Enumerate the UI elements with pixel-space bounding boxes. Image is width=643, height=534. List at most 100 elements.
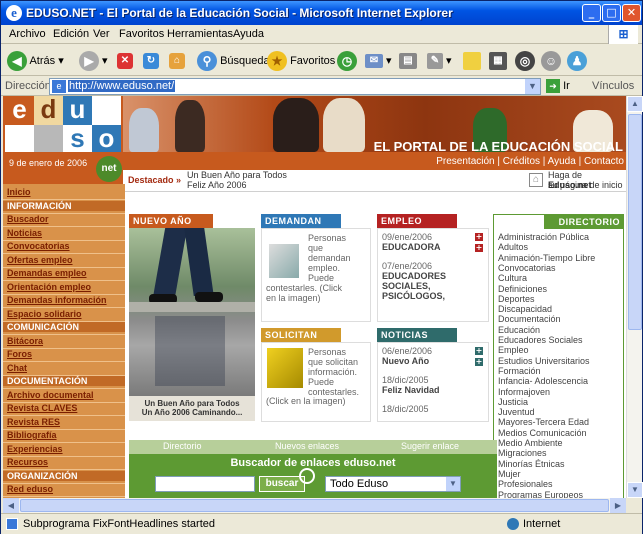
menu-herramientas[interactable]: Herramientas <box>167 28 233 40</box>
plus-icon[interactable]: + <box>475 358 483 366</box>
go-button[interactable]: ➜ Ir <box>546 79 570 93</box>
telephone-image-icon[interactable] <box>267 348 303 388</box>
minimize-button[interactable]: _ <box>582 4 601 22</box>
print-button[interactable]: ▤ <box>399 50 417 72</box>
nav-creditos[interactable]: Créditos <box>503 156 540 167</box>
new-year-photo[interactable] <box>129 228 255 396</box>
history-button[interactable]: ◷ <box>337 50 357 72</box>
nav-presentacion[interactable]: Presentación <box>436 156 494 167</box>
media-button[interactable]: ▦ <box>489 50 507 72</box>
scroll-right-icon[interactable]: ▶ <box>610 498 626 513</box>
plus-icon[interactable]: + <box>475 347 483 355</box>
menu-archivo[interactable]: Archivo <box>9 28 46 40</box>
menu-ver[interactable]: Ver <box>93 28 110 40</box>
sidebar-item[interactable]: Espacio solidario <box>7 309 82 319</box>
menu-ayuda[interactable]: Ayuda <box>233 28 264 40</box>
directorio-item[interactable]: Mujer <box>498 469 521 479</box>
finder-select[interactable]: Todo Eduso ▼ <box>325 476 461 492</box>
directorio-item[interactable]: Justicia <box>498 397 528 407</box>
directorio-item[interactable]: Informajoven <box>498 387 550 397</box>
sidebar-item[interactable]: Inicio <box>7 187 31 197</box>
film-button[interactable]: ◎ <box>515 50 535 72</box>
sidebar-item[interactable]: Orientación empleo <box>7 282 91 292</box>
plus-icon[interactable]: + <box>475 233 483 241</box>
directorio-item[interactable]: Adultos <box>498 242 528 252</box>
links-label[interactable]: Vínculos <box>592 80 634 92</box>
stop-button[interactable]: ✕ <box>117 50 133 72</box>
sidebar-item[interactable]: Foros <box>7 349 32 359</box>
sidebar-item[interactable]: Demandas empleo <box>7 268 87 278</box>
tab-directorio[interactable]: Directorio <box>163 441 202 451</box>
scroll-left-icon[interactable]: ◀ <box>3 498 19 513</box>
sidebar-item[interactable]: Noticias <box>7 228 42 238</box>
tab-sugerir-enlace[interactable]: Sugerir enlace <box>401 441 459 451</box>
scroll-thumb[interactable] <box>628 114 642 330</box>
mail-button[interactable]: ✉ ▾ <box>365 50 392 72</box>
sidebar-item[interactable]: Recursos <box>7 457 48 467</box>
directorio-item[interactable]: Animación-Tiempo Libre <box>498 253 595 263</box>
refresh-button[interactable]: ↻ <box>143 50 159 72</box>
sidebar-item[interactable]: Revista CLAVES <box>7 403 77 413</box>
directorio-item[interactable]: Infancia- Adolescencia <box>498 376 588 386</box>
plus-icon[interactable]: + <box>475 244 483 252</box>
forward-button[interactable]: ▶ ▾ <box>79 50 108 72</box>
directorio-item[interactable]: Definiciones <box>498 284 547 294</box>
horizontal-scrollbar[interactable]: ◀ ▶ <box>3 498 626 513</box>
directorio-item[interactable]: Empleo <box>498 345 529 355</box>
noticia-title[interactable]: Feliz Navidad <box>382 385 440 395</box>
directorio-item[interactable]: Discapacidad <box>498 304 552 314</box>
directorio-item[interactable]: Educadores Sociales <box>498 335 583 345</box>
featured-line1[interactable]: Un Buen Año para Todos <box>187 170 287 180</box>
select-dropdown-icon[interactable]: ▼ <box>446 477 460 491</box>
directorio-item[interactable]: Juventud <box>498 407 535 417</box>
home-page-icon[interactable]: ⌂ <box>529 173 543 187</box>
maximize-button[interactable]: □ <box>602 4 621 22</box>
favorites-button[interactable]: ★ Favoritos <box>267 50 335 72</box>
sidebar-item[interactable]: Red eduso <box>7 484 53 494</box>
nuevo-ano-caption[interactable]: Un Buen Año para Todos Un Año 2006 Camin… <box>129 396 255 421</box>
sidebar-item[interactable]: Buscador <box>7 214 49 224</box>
directorio-item[interactable]: Estudios Universitarios <box>498 356 590 366</box>
edit-button[interactable]: ✎ ▾ <box>427 50 452 72</box>
vertical-scrollbar[interactable]: ▲ ▼ <box>626 96 643 498</box>
phone-image-icon[interactable] <box>269 244 299 278</box>
directorio-item[interactable]: Documentación <box>498 314 561 324</box>
discuss-button[interactable] <box>463 50 481 72</box>
sidebar-item[interactable]: Bibliografía <box>7 430 57 440</box>
finder-search-button[interactable]: buscar <box>259 476 305 492</box>
directorio-item[interactable]: Administración Pública <box>498 232 589 242</box>
featured-line2[interactable]: Feliz Año 2006 <box>187 180 247 190</box>
menu-favoritos[interactable]: Favoritos <box>119 28 164 40</box>
sidebar-item[interactable]: Convocatorias <box>7 241 70 251</box>
finder-search-input[interactable] <box>155 476 255 492</box>
directorio-item[interactable]: Medios Comunicación <box>498 428 587 438</box>
sidebar-item[interactable]: Bitácora <box>7 336 43 346</box>
sidebar-item[interactable]: Archivo documental <box>7 390 94 400</box>
search-button[interactable]: ⚲ Búsqueda <box>197 50 270 72</box>
address-input[interactable]: e http://www.eduso.net/ ▼ <box>49 78 541 95</box>
messenger-button[interactable]: ☺ <box>541 50 561 72</box>
directorio-item[interactable]: Educación <box>498 325 540 335</box>
sidebar-item[interactable]: Ofertas empleo <box>7 255 73 265</box>
directorio-item[interactable]: Medio Ambiente <box>498 438 563 448</box>
menu-edicion[interactable]: Edición <box>53 28 89 40</box>
home-button[interactable]: ⌂ <box>169 50 185 72</box>
scroll-thumb-horizontal[interactable] <box>20 499 609 512</box>
sidebar-item[interactable]: Experiencias <box>7 444 63 454</box>
sidebar-item[interactable]: Revista RES <box>7 417 60 427</box>
scroll-up-icon[interactable]: ▲ <box>627 96 643 112</box>
directorio-item[interactable]: Minorías Étnicas <box>498 459 565 469</box>
nav-contacto[interactable]: Contacto <box>584 156 624 167</box>
scroll-down-icon[interactable]: ▼ <box>627 482 643 498</box>
home-prompt-line2[interactable]: su página de inicio <box>548 180 623 190</box>
sidebar-item[interactable]: Chat <box>7 363 27 373</box>
directorio-item[interactable]: Profesionales <box>498 479 553 489</box>
address-dropdown-icon[interactable]: ▼ <box>525 79 540 94</box>
close-button[interactable]: ✕ <box>622 4 641 22</box>
users-button[interactable]: ♟ <box>567 50 587 72</box>
directorio-item[interactable]: Convocatorias <box>498 263 556 273</box>
directorio-item[interactable]: Deportes <box>498 294 535 304</box>
sidebar-item[interactable]: Demandas información <box>7 295 107 305</box>
nav-ayuda[interactable]: Ayuda <box>548 156 576 167</box>
directorio-item[interactable]: Mayores-Tercera Edad <box>498 417 589 427</box>
